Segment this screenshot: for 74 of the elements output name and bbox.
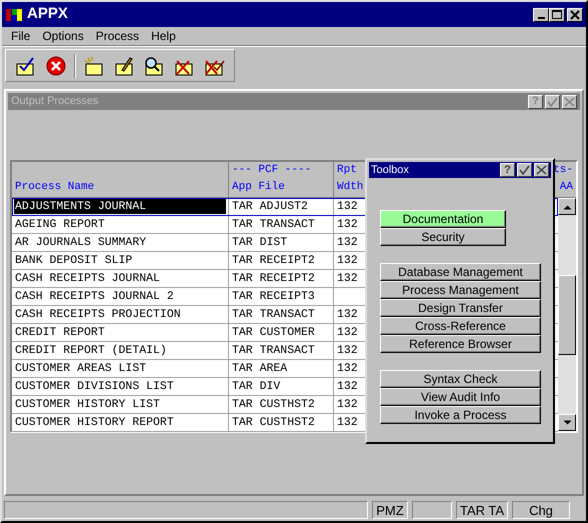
table-cell[interactable]: TAR AREA: [229, 360, 334, 377]
maximize-button[interactable]: [549, 8, 565, 22]
table-cell[interactable]: CASH RECEIPTS JOURNAL: [12, 270, 229, 287]
table-cell[interactable]: TAR CUSTOMER: [229, 324, 334, 341]
maximize-icon: [550, 8, 564, 20]
help-button[interactable]: ?: [500, 163, 515, 177]
column-header: --- PCF ----: [232, 163, 312, 178]
toolbox-button[interactable]: Design Transfer: [380, 299, 541, 317]
menu-item[interactable]: File: [5, 27, 36, 45]
table-cell[interactable]: TAR CUSTHST2: [229, 396, 334, 413]
table-cell[interactable]: TAR TRANSACT: [229, 216, 334, 233]
table-cell[interactable]: CASH RECEIPTS PROJECTION: [12, 306, 229, 323]
scrollbar-thumb[interactable]: [558, 275, 576, 355]
toolbox-button[interactable]: Documentation: [380, 210, 506, 228]
close-button[interactable]: [534, 163, 549, 177]
table-cell[interactable]: TAR RECEIPT3: [229, 288, 334, 305]
window-title: APPX: [27, 4, 69, 24]
table-cell[interactable]: TAR DIV: [229, 378, 334, 395]
status-panel: [412, 501, 452, 519]
column-header: Wdth: [337, 180, 364, 195]
table-cell[interactable]: TAR TRANSACT: [229, 306, 334, 323]
toolbox-button[interactable]: Reference Browser: [380, 335, 541, 353]
table-cell[interactable]: CREDIT REPORT (DETAIL): [12, 342, 229, 359]
table-cell[interactable]: TAR RECEIPT2: [229, 270, 334, 287]
window-title: Output Processes: [11, 94, 100, 110]
table-cell[interactable]: ADJUSTMENTS JOURNAL: [12, 198, 229, 215]
toolbox-button[interactable]: Invoke a Process: [380, 406, 541, 424]
status-panel: TAR TA: [456, 501, 508, 519]
minimize-icon: [538, 17, 544, 19]
close-button[interactable]: [567, 8, 583, 22]
table-cell[interactable]: TAR RECEIPT2: [229, 252, 334, 269]
close-icon: [564, 96, 575, 106]
toolbox-button[interactable]: Database Management: [380, 263, 541, 281]
menu-item[interactable]: Help: [145, 27, 182, 45]
menu-item[interactable]: Options: [36, 27, 90, 45]
table-cell[interactable]: CUSTOMER AREAS LIST: [12, 360, 229, 377]
column-header: Rpt: [337, 163, 357, 178]
scroll-up-button[interactable]: [558, 198, 576, 215]
table-cell[interactable]: AR JOURNALS SUMMARY: [12, 234, 229, 251]
table-cell[interactable]: BANK DEPOSIT SLIP: [12, 252, 229, 269]
toolbox-button[interactable]: Process Management: [380, 281, 541, 299]
app-logo-icon: [5, 6, 23, 22]
table-cell[interactable]: CREDIT REPORT: [12, 324, 229, 341]
status-panel: Chg: [512, 501, 570, 519]
table-cell[interactable]: CUSTOMER HISTORY LIST: [12, 396, 229, 413]
toolbox-button[interactable]: Cross-Reference: [380, 317, 541, 335]
table-cell[interactable]: TAR DIST: [229, 234, 334, 251]
window-title: Toolbox: [371, 162, 410, 178]
toolbox-button[interactable]: Security: [380, 228, 506, 246]
column-header: Process Name: [15, 180, 94, 195]
column-header: App File: [232, 180, 285, 195]
check-icon: [519, 165, 530, 175]
toolbox-button[interactable]: View Audit Info: [380, 388, 541, 406]
cancel-icon[interactable]: [44, 54, 68, 76]
table-cell[interactable]: CASH RECEIPTS JOURNAL 2: [12, 288, 229, 305]
table-cell[interactable]: CUSTOMER DIVISIONS LIST: [12, 378, 229, 395]
table-cell[interactable]: CUSTOMER HISTORY REPORT: [12, 414, 229, 431]
menu-item[interactable]: Process: [90, 27, 146, 45]
up-arrow-icon: [562, 204, 572, 210]
column-header: AA: [560, 180, 573, 195]
scroll-down-button[interactable]: [558, 414, 576, 431]
table-cell[interactable]: TAR TRANSACT: [229, 342, 334, 359]
status-panel: PMZ: [372, 501, 408, 519]
column-header: ts-: [553, 163, 573, 178]
toolbox-button[interactable]: Syntax Check: [380, 370, 541, 388]
minimize-button[interactable]: [533, 8, 549, 22]
close-icon: [536, 165, 547, 175]
table-cell[interactable]: AGEING REPORT: [12, 216, 229, 233]
close-icon: [568, 8, 582, 20]
confirm-button[interactable]: [517, 163, 532, 177]
table-cell[interactable]: TAR CUSTHST2: [229, 414, 334, 431]
down-arrow-icon: [562, 420, 572, 426]
table-cell[interactable]: TAR ADJUST2: [229, 198, 334, 215]
check-icon: [547, 96, 558, 106]
